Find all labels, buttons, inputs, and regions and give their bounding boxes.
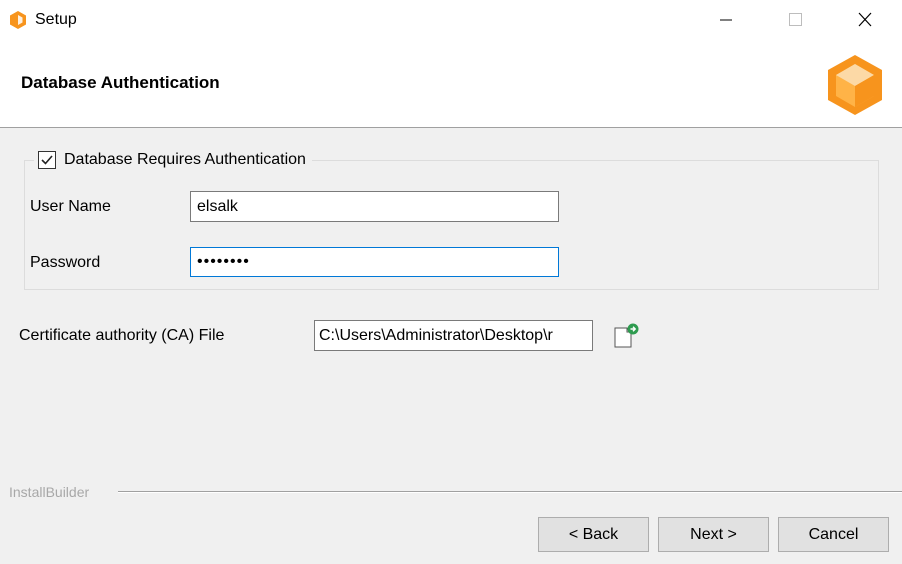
cancel-button[interactable]: Cancel (778, 517, 889, 552)
close-icon (858, 12, 872, 27)
requires-auth-checkbox[interactable] (38, 151, 56, 169)
ca-file-label: Certificate authority (CA) File (19, 327, 225, 344)
title-bar: Setup (0, 0, 902, 40)
browse-file-icon[interactable] (612, 322, 640, 350)
ca-file-input[interactable]: C:\Users\Administrator\Desktop\r (314, 320, 593, 351)
username-label: User Name (30, 198, 111, 215)
installbuilder-logo-icon (828, 55, 882, 115)
close-button[interactable] (842, 0, 888, 40)
app-logo-icon (10, 11, 26, 29)
brand-label: InstallBuilder (9, 484, 96, 500)
auth-group-legend: Database Requires Authentication (34, 148, 312, 172)
page-title: Database Authentication (21, 73, 220, 92)
username-input[interactable]: elsalk (190, 191, 559, 222)
maximize-icon (789, 13, 802, 26)
password-label: Password (30, 254, 101, 271)
footer-divider (118, 491, 902, 493)
back-button[interactable]: < Back (538, 517, 649, 552)
checkmark-icon (41, 155, 53, 165)
page-header: Database Authentication (0, 40, 902, 128)
minimize-icon (720, 19, 732, 21)
minimize-button[interactable] (703, 0, 749, 40)
next-button[interactable]: Next > (658, 517, 769, 552)
requires-auth-label: Database Requires Authentication (64, 151, 306, 168)
window-title: Setup (35, 11, 77, 28)
password-input[interactable]: •••••••• (190, 247, 559, 277)
maximize-button[interactable] (772, 0, 818, 40)
